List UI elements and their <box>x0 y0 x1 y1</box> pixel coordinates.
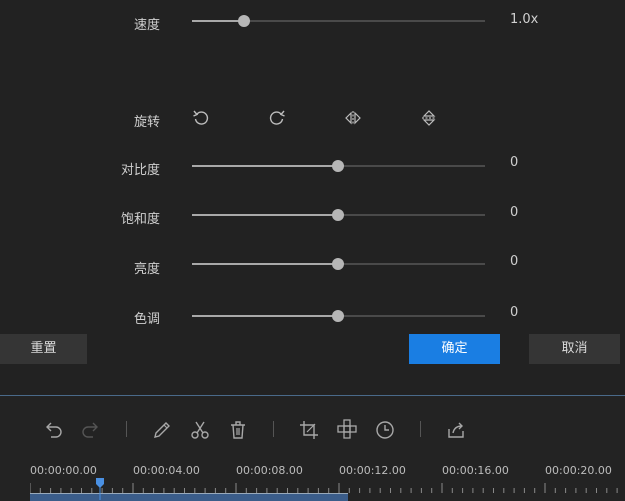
saturation-slider[interactable] <box>192 209 485 221</box>
speed-knob[interactable] <box>238 15 250 27</box>
export-icon[interactable] <box>445 419 467 441</box>
scissors-icon[interactable] <box>189 419 211 441</box>
crop-icon[interactable] <box>298 419 320 441</box>
playhead-icon[interactable] <box>96 478 104 500</box>
adjust-panel: 速度 1.0x 旋转 对比度 0 饱和度 0 亮度 0 色调 0 重置 确定 取… <box>0 0 625 395</box>
speed-value: 1.0x <box>510 12 539 27</box>
brightness-knob[interactable] <box>332 258 344 270</box>
toolbar-separator <box>273 421 274 437</box>
timeline-label: 00:00:08.00 <box>236 464 303 477</box>
clock-icon[interactable] <box>374 419 396 441</box>
contrast-fill <box>192 165 338 167</box>
speed-fill <box>192 20 244 22</box>
redo-icon[interactable] <box>80 419 102 441</box>
hue-fill <box>192 315 338 317</box>
hue-label: 色调 <box>133 312 160 327</box>
trash-icon[interactable] <box>227 419 249 441</box>
editor-toolbar <box>0 396 625 456</box>
brightness-value: 0 <box>510 254 519 269</box>
saturation-knob[interactable] <box>332 209 344 221</box>
timeline-ruler <box>30 483 618 493</box>
speed-label: 速度 <box>133 18 160 33</box>
hue-value: 0 <box>510 305 519 320</box>
timeline-label: 00:00:16.00 <box>442 464 509 477</box>
hue-slider[interactable] <box>192 310 485 322</box>
toolbar-separator <box>420 421 421 437</box>
brightness-slider[interactable] <box>192 258 485 270</box>
timeline-label: 00:00:00.00 <box>30 464 97 477</box>
contrast-label: 对比度 <box>120 163 160 178</box>
rotate-label: 旋转 <box>133 115 160 130</box>
mosaic-icon[interactable] <box>336 419 358 441</box>
hue-knob[interactable] <box>332 310 344 322</box>
contrast-knob[interactable] <box>332 160 344 172</box>
toolbar-separator <box>126 421 127 437</box>
flip-vertical-icon[interactable] <box>419 108 439 128</box>
timeline-label: 00:00:04.00 <box>133 464 200 477</box>
reset-button[interactable]: 重置 <box>0 334 87 364</box>
contrast-slider[interactable] <box>192 160 485 172</box>
saturation-label: 饱和度 <box>120 212 160 227</box>
rotate-left-icon[interactable] <box>191 108 211 128</box>
cancel-button[interactable]: 取消 <box>529 334 620 364</box>
brightness-label: 亮度 <box>133 262 160 277</box>
saturation-value: 0 <box>510 205 519 220</box>
saturation-fill <box>192 214 338 216</box>
flip-horizontal-icon[interactable] <box>343 108 363 128</box>
timeline-label: 00:00:12.00 <box>339 464 406 477</box>
speed-slider[interactable] <box>192 15 485 27</box>
timeline-label: 00:00:20.00 <box>545 464 612 477</box>
undo-icon[interactable] <box>42 419 64 441</box>
pencil-icon[interactable] <box>151 419 173 441</box>
rotate-right-icon[interactable] <box>267 108 287 128</box>
confirm-button[interactable]: 确定 <box>409 334 500 364</box>
contrast-value: 0 <box>510 155 519 170</box>
brightness-fill <box>192 263 338 265</box>
timeline[interactable]: 00:00:00.00 00:00:04.00 00:00:08.00 00:0… <box>0 456 625 501</box>
